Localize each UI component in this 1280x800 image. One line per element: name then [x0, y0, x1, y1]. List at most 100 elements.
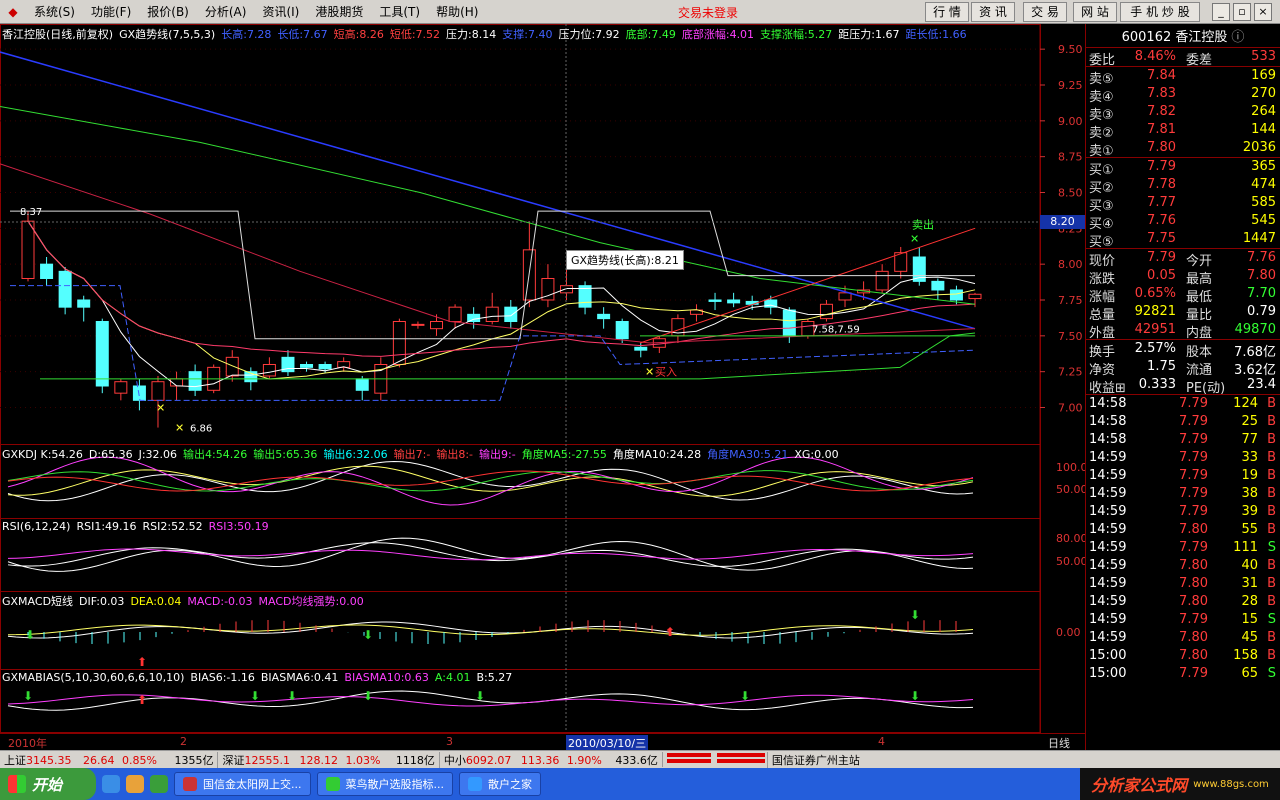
signal-arrow-icon: ⬇: [910, 689, 920, 703]
candle-body: [615, 321, 629, 340]
task-indicator-app[interactable]: 菜鸟散户选股指标...: [316, 772, 453, 796]
stat-row[interactable]: 外盘 42951 内盘 49870: [1086, 321, 1280, 341]
ask-value: 7.84: [1147, 68, 1176, 83]
menu-item-4[interactable]: 资讯(I): [254, 3, 307, 20]
low-price-label: 6.86: [190, 424, 212, 435]
trading-app-icon: [183, 777, 197, 791]
price-tick-label: 9.25: [1058, 79, 1083, 92]
candle-body: [225, 356, 239, 377]
tick-volume: 45: [1241, 630, 1258, 645]
high-price-label: 8.37: [20, 207, 42, 218]
fundamental-stats: 换手 2.57% 股本 7.68亿 净资 1.75 流通 3.62亿 收益⊞ 0.333 PE(动)…: [1086, 340, 1280, 396]
tick-volume: 39: [1241, 504, 1258, 519]
minimize-button[interactable]: _: [1212, 3, 1230, 21]
maximize-button[interactable]: ▫: [1233, 3, 1251, 21]
tick-side: S: [1267, 540, 1276, 555]
stat-row[interactable]: 涨跌 0.05 最高 7.80: [1086, 267, 1280, 287]
ask-value: 7.83: [1147, 86, 1176, 101]
menu-item-2[interactable]: 报价(B): [139, 3, 197, 20]
menu-item-5[interactable]: 港股期货: [307, 3, 371, 20]
ask-row[interactable]: 卖③ 7.82 264: [1086, 103, 1280, 123]
chart-canvas[interactable]: 9.509.259.008.758.508.258.007.757.507.25…: [0, 24, 1085, 750]
tick-list[interactable]: 14:58 7.79 124 B 14:58 7.79 25 B 14:58 7.79 77 B 14:…: [1086, 395, 1280, 683]
menu-item-1[interactable]: 功能(F): [83, 3, 139, 20]
broker-server[interactable]: 国信证券广州主站: [766, 751, 864, 768]
signal-arrow-icon: ⬆: [665, 625, 675, 639]
tick-time: 14:58: [1089, 414, 1127, 429]
tick-price: 7.79: [1179, 450, 1208, 465]
stat-label: 外盘: [1089, 326, 1116, 341]
long-ma-line: [0, 106, 976, 305]
candle-body: [782, 309, 796, 337]
tick-side: B: [1267, 558, 1276, 573]
main-menu: 系统(S) 功能(F) 报价(B) 分析(A) 资讯(I) 港股期货 工具(T) 帮助(H): [26, 3, 486, 20]
tick-row: 14:58 7.79 124 B: [1086, 395, 1280, 413]
ask-row[interactable]: 卖④ 7.83 270: [1086, 85, 1280, 105]
tick-price: 7.79: [1179, 504, 1208, 519]
tick-volume: 124: [1233, 396, 1258, 411]
price-tick-label: 7.00: [1058, 402, 1083, 415]
tick-price: 7.79: [1179, 432, 1208, 447]
tick-price: 7.79: [1179, 486, 1208, 501]
tick-time: 14:59: [1089, 504, 1127, 519]
trade-button[interactable]: 交 易: [1023, 2, 1067, 22]
tick-row: 14:59 7.80 40 B: [1086, 557, 1280, 575]
menu-item-6[interactable]: 工具(T): [371, 3, 428, 20]
fund-row[interactable]: 换手 2.57% 股本 7.68亿: [1086, 340, 1280, 360]
candle-body: [40, 263, 54, 280]
ie-icon[interactable]: [102, 775, 120, 793]
ask-value2: 169: [1251, 68, 1276, 83]
ask-row[interactable]: 卖② 7.81 144: [1086, 121, 1280, 141]
bid-row[interactable]: 买⑤ 7.75 1447: [1086, 230, 1280, 250]
tick-row: 14:59 7.79 19 B: [1086, 467, 1280, 485]
stat-value: 42951: [1134, 322, 1176, 337]
start-button[interactable]: 开始: [0, 768, 96, 800]
tick-side: B: [1267, 522, 1276, 537]
index-status-bar: 上证3145.35 26.64 0.85% 1355亿 深证12555.1 12…: [0, 750, 1280, 768]
task-forum[interactable]: 散户之家: [459, 772, 541, 796]
kdj-value-5: 输出6:32.06: [323, 448, 388, 461]
website-button[interactable]: 网 站: [1073, 2, 1117, 22]
price-tick-label: 8.75: [1058, 151, 1083, 164]
weibi-label: 委比: [1089, 53, 1116, 68]
sh-index[interactable]: 上证3145.35 26.64 0.85% 1355亿: [0, 752, 217, 768]
media-icon[interactable]: [126, 775, 144, 793]
menu-item-3[interactable]: 分析(A): [197, 3, 255, 20]
menu-item-7[interactable]: 帮助(H): [428, 3, 486, 20]
price-tooltip: GX趋势线(长高):8.21: [566, 250, 684, 270]
kdj-value-6: 输出7:-: [393, 448, 431, 461]
macd-value-1: DIF:0.03: [79, 595, 125, 608]
kdj-k-line: [7, 461, 974, 502]
main-title-value-2: 长高:7.28: [221, 28, 272, 41]
close-button[interactable]: ×: [1254, 3, 1272, 21]
stat-row[interactable]: 现价 7.79 今开 7.76: [1086, 249, 1280, 269]
ask-row[interactable]: 卖① 7.80 2036: [1086, 139, 1280, 159]
fund-value: 2.57%: [1134, 341, 1176, 356]
weicha-label: 委差: [1186, 53, 1213, 68]
bid-row[interactable]: 买① 7.79 365: [1086, 158, 1280, 178]
ask-row[interactable]: 卖⑤ 7.84 169: [1086, 67, 1280, 87]
quote-button[interactable]: 行 情: [925, 2, 969, 22]
mobile-trading-button[interactable]: 手 机 炒 股: [1120, 2, 1200, 22]
bid-row[interactable]: 买④ 7.76 545: [1086, 212, 1280, 232]
tick-volume: 15: [1241, 612, 1258, 627]
fund-row[interactable]: 收益⊞ 0.333 PE(动) 23.4: [1086, 376, 1280, 396]
bid-row[interactable]: 买③ 7.77 585: [1086, 194, 1280, 214]
chart-area[interactable]: 9.509.259.008.758.508.258.007.757.507.25…: [0, 24, 1085, 750]
fund-row[interactable]: 净资 1.75 流通 3.62亿: [1086, 358, 1280, 378]
menu-item-0[interactable]: 系统(S): [26, 3, 83, 20]
time-label-feb: 2: [180, 735, 187, 748]
main-title-value-5: 短低:7.52: [389, 28, 441, 41]
quicklaunch-icon[interactable]: [150, 775, 168, 793]
sz-index[interactable]: 深证12555.1 128.12 1.03% 1118亿: [217, 751, 438, 768]
stat-row[interactable]: 涨幅 0.65% 最低 7.70: [1086, 285, 1280, 305]
sme-index[interactable]: 中小6092.07 113.36 1.90% 433.6亿: [438, 751, 662, 768]
info-icon[interactable]: ⓘ: [1231, 26, 1244, 45]
tick-row: 14:59 7.79 38 B: [1086, 485, 1280, 503]
task-trading-app[interactable]: 国信金太阳网上交...: [174, 772, 311, 796]
stat-row[interactable]: 总量 92821 量比 0.79: [1086, 303, 1280, 323]
bid-row[interactable]: 买② 7.78 474: [1086, 176, 1280, 196]
news-button[interactable]: 资 讯: [971, 2, 1015, 22]
bias-value-1: BIAS6:-1.16: [190, 671, 255, 684]
period-selector[interactable]: 日线: [1048, 735, 1070, 751]
